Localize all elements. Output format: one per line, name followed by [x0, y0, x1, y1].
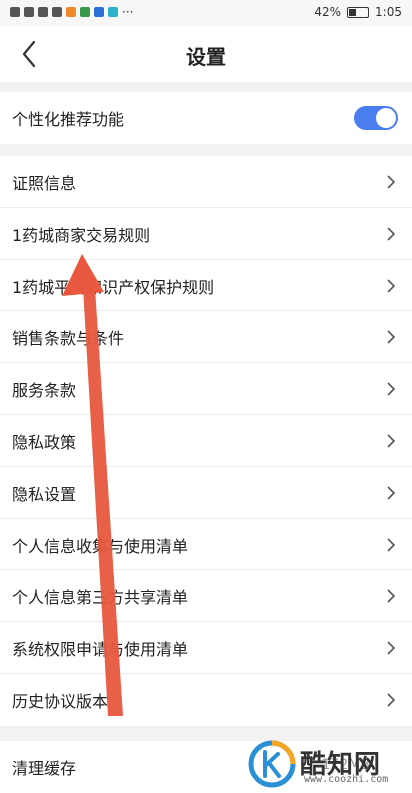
- toggle-knob: [376, 108, 396, 128]
- row-label: 隐私设置: [12, 484, 77, 504]
- app-notification-icon: [108, 7, 118, 17]
- chevron-right-icon: [387, 434, 396, 448]
- nav-bar: 设置: [0, 26, 412, 82]
- chevron-right-icon: [387, 330, 396, 344]
- more-dots-icon: ···: [122, 5, 134, 19]
- chevron-right-icon: [387, 486, 396, 500]
- settings-row[interactable]: 隐私设置: [0, 467, 412, 519]
- battery-icon: [347, 6, 370, 18]
- chat-icon: [52, 7, 62, 17]
- row-label: 清理缓存: [12, 759, 77, 778]
- settings-row[interactable]: 隐私政策: [0, 415, 412, 467]
- status-icons: ···: [10, 5, 133, 19]
- signal-icon: [24, 7, 34, 17]
- watermark: 酷知网 www.coozhi.com: [248, 738, 408, 790]
- page-title: 设置: [186, 45, 226, 69]
- row-label: 销售条款与条件: [12, 329, 125, 349]
- wifi-icon: [38, 7, 48, 17]
- row-label: 隐私政策: [12, 432, 77, 452]
- row-label: 个人信息第三方共享清单: [12, 588, 189, 608]
- clock: 1:05: [375, 5, 402, 19]
- settings-row[interactable]: 1药城商家交易规则: [0, 208, 412, 260]
- settings-row[interactable]: 个人信息第三方共享清单: [0, 570, 412, 623]
- chevron-right-icon: [387, 589, 396, 603]
- app-notification-icon: [66, 7, 76, 17]
- chevron-right-icon: [387, 641, 396, 655]
- personalization-group: 个性化推荐功能: [0, 92, 412, 144]
- app-notification-icon: [80, 7, 90, 17]
- chevron-right-icon: [387, 227, 396, 241]
- settings-row[interactable]: 证照信息: [0, 156, 412, 208]
- chevron-right-icon: [387, 538, 396, 552]
- watermark-url: www.coozhi.com: [304, 774, 389, 785]
- personalization-toggle[interactable]: [354, 106, 398, 130]
- status-right: 42% 1:05: [314, 5, 402, 19]
- status-bar: ··· 42% 1:05: [0, 0, 412, 26]
- hd-icon: [10, 7, 20, 17]
- chevron-right-icon: [387, 175, 396, 189]
- settings-row[interactable]: 1药城平台知识产权保护规则: [0, 260, 412, 312]
- row-label: 个性化推荐功能: [12, 110, 125, 129]
- chevron-right-icon: [387, 382, 396, 396]
- settings-row[interactable]: 销售条款与条件: [0, 311, 412, 364]
- row-label: 系统权限申请与使用清单: [12, 640, 189, 660]
- row-label: 个人信息收集与使用清单: [12, 536, 189, 556]
- chevron-right-icon: [387, 279, 396, 293]
- row-label: 服务条款: [12, 381, 77, 401]
- settings-row[interactable]: 系统权限申请与使用清单: [0, 622, 412, 674]
- row-label: 历史协议版本: [12, 691, 109, 711]
- row-label: 1药城平台知识产权保护规则: [12, 277, 215, 297]
- settings-row[interactable]: 历史协议版本: [0, 674, 412, 726]
- agreements-group: 证照信息 1药城商家交易规则 1药城平台知识产权保护规则 销售条款与条件 服务条…: [0, 156, 412, 726]
- row-label: 1药城商家交易规则: [12, 225, 151, 245]
- chevron-right-icon: [387, 693, 396, 707]
- battery-percent: 42%: [314, 5, 342, 19]
- settings-row-personalization: 个性化推荐功能: [0, 92, 412, 144]
- app-notification-icon: [94, 7, 104, 17]
- watermark-logo-icon: [248, 740, 296, 788]
- row-label: 证照信息: [12, 174, 77, 193]
- settings-row[interactable]: 个人信息收集与使用清单: [0, 519, 412, 571]
- settings-row[interactable]: 服务条款: [0, 363, 412, 415]
